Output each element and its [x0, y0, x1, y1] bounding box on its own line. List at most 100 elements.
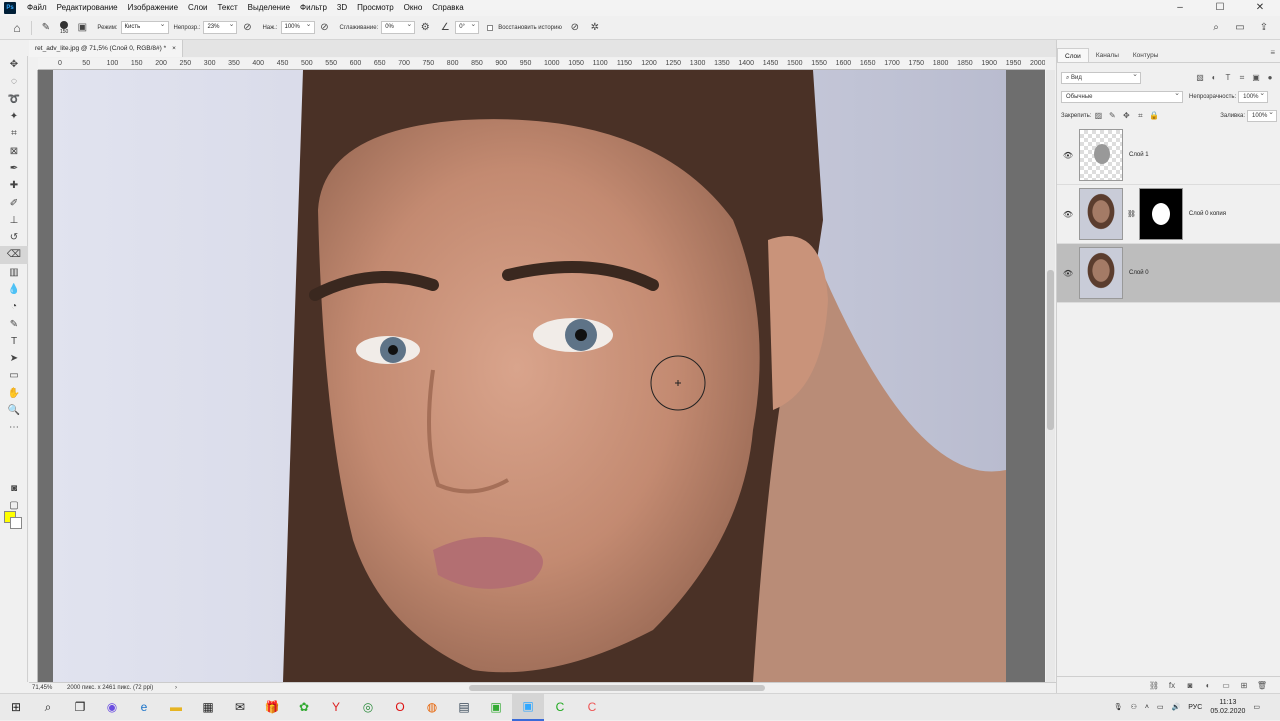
- stamp-tool-icon[interactable]: ⊥: [0, 212, 28, 229]
- chrome-icon[interactable]: ◎: [352, 694, 384, 721]
- home-icon[interactable]: ⌂: [10, 21, 24, 35]
- menu-image[interactable]: Изображение: [123, 0, 183, 16]
- layer-opacity-input[interactable]: 100%: [1238, 89, 1269, 103]
- layer-row[interactable]: 👁 Слой 1: [1057, 126, 1280, 185]
- chain-link-icon[interactable]: ⛓: [1127, 210, 1136, 218]
- layer-filter-select[interactable]: ⌕ Вид: [1061, 70, 1141, 84]
- pressure-size-icon[interactable]: ⊘: [568, 21, 582, 35]
- brush-panel-icon[interactable]: ▣: [75, 21, 89, 35]
- close-tab-icon[interactable]: ×: [172, 40, 176, 57]
- share-icon[interactable]: ⇪: [1257, 21, 1271, 35]
- layer-row-selected[interactable]: 👁 Слой 0: [1057, 244, 1280, 303]
- opacity-select[interactable]: 23%: [203, 19, 238, 34]
- history-checkbox[interactable]: [487, 24, 494, 31]
- fx-icon[interactable]: fx: [1165, 681, 1179, 690]
- lock-transparent-icon[interactable]: ▨: [1091, 111, 1105, 120]
- tab-paths[interactable]: Контуры: [1126, 48, 1166, 62]
- mic-icon[interactable]: 🎙: [1114, 703, 1123, 711]
- lock-position-icon[interactable]: ✥: [1119, 111, 1133, 120]
- zoom-tool-icon[interactable]: 🔍: [0, 402, 28, 419]
- app-green-icon[interactable]: ▣: [480, 694, 512, 721]
- filter-shape-icon[interactable]: ⌗: [1235, 73, 1249, 83]
- brush-tool-icon[interactable]: ✐: [0, 194, 28, 211]
- lock-artboard-icon[interactable]: ⌗: [1133, 111, 1147, 121]
- firefox-icon[interactable]: ◍: [416, 694, 448, 721]
- brush-preset-picker[interactable]: 150: [60, 20, 68, 35]
- adjustment-icon[interactable]: ◐: [1201, 681, 1215, 690]
- filter-pixel-icon[interactable]: ▧: [1193, 73, 1207, 82]
- pen-tool-icon[interactable]: ✎: [0, 315, 28, 332]
- layer-name[interactable]: Слой 1: [1129, 152, 1149, 158]
- quick-mask-icon[interactable]: ◙: [0, 480, 28, 497]
- people-icon[interactable]: ⚇: [1131, 703, 1137, 711]
- blend-mode-select[interactable]: Обычные: [1061, 89, 1183, 103]
- gift-icon[interactable]: 🎁: [256, 694, 288, 721]
- more-tools-icon[interactable]: ⋯: [0, 419, 28, 436]
- vertical-scroll-thumb[interactable]: [1047, 270, 1054, 430]
- language-indicator[interactable]: РУС: [1188, 704, 1202, 711]
- mask-icon[interactable]: ◙: [1183, 681, 1197, 690]
- quick-select-tool-icon[interactable]: ✦: [0, 108, 28, 125]
- mail-icon[interactable]: ✉: [224, 694, 256, 721]
- menu-filter[interactable]: Фильтр: [295, 0, 332, 16]
- vertical-scrollbar[interactable]: [1046, 70, 1055, 682]
- eyedropper-tool-icon[interactable]: ✒: [0, 160, 28, 177]
- filter-smart-icon[interactable]: ▣: [1249, 73, 1263, 82]
- menu-text[interactable]: Текст: [212, 0, 242, 16]
- menu-layers[interactable]: Слои: [183, 0, 212, 16]
- shape-tool-icon[interactable]: ▭: [0, 367, 28, 384]
- notifications-icon[interactable]: ▭: [1253, 703, 1260, 711]
- yandex-icon[interactable]: Y: [320, 694, 352, 721]
- file-explorer-icon[interactable]: ▬: [160, 694, 192, 721]
- lock-all-icon[interactable]: 🔒: [1147, 111, 1161, 120]
- volume-icon[interactable]: 🔊: [1172, 703, 1181, 711]
- tab-layers[interactable]: Слои: [1057, 48, 1089, 62]
- zoom-level[interactable]: 71,45%: [32, 683, 52, 693]
- photoshop-taskbar-icon[interactable]: ▣: [512, 693, 544, 721]
- edge-icon[interactable]: e: [128, 694, 160, 721]
- canvas-area[interactable]: [38, 70, 1045, 682]
- lock-pixels-icon[interactable]: ✎: [1105, 111, 1119, 120]
- symmetry-icon[interactable]: ✲: [588, 21, 602, 35]
- minimize-button[interactable]: –: [1160, 0, 1200, 16]
- background-color-swatch[interactable]: [10, 517, 22, 529]
- menu-select[interactable]: Выделение: [243, 0, 295, 16]
- task-view-icon[interactable]: ❐: [64, 694, 96, 721]
- search-icon[interactable]: ⌕: [32, 694, 64, 721]
- eye-icon[interactable]: 👁: [1057, 269, 1079, 278]
- filter-adjustment-icon[interactable]: ◐: [1207, 73, 1221, 82]
- chevron-up-icon[interactable]: ˄: [1145, 704, 1149, 711]
- close-button[interactable]: ✕: [1240, 0, 1280, 16]
- menu-edit[interactable]: Редактирование: [52, 0, 123, 16]
- type-tool-icon[interactable]: T: [0, 333, 28, 350]
- app-icon[interactable]: ✿: [288, 694, 320, 721]
- move-tool-icon[interactable]: ✥: [0, 56, 28, 73]
- camtasia-orange-icon[interactable]: C: [576, 694, 608, 721]
- search-icon[interactable]: ⌕: [1209, 21, 1223, 35]
- filter-toggle-icon[interactable]: ●: [1263, 73, 1277, 82]
- smoothing-select[interactable]: 0%: [381, 19, 416, 34]
- gradient-tool-icon[interactable]: ▥: [0, 264, 28, 281]
- workspace-icon[interactable]: ▭: [1233, 21, 1247, 35]
- trash-icon[interactable]: 🗑: [1255, 681, 1269, 690]
- layer-name[interactable]: Слой 0: [1129, 270, 1149, 276]
- horizontal-scroll-thumb[interactable]: [469, 685, 765, 691]
- menu-3d[interactable]: 3D: [332, 0, 352, 16]
- marquee-tool-icon[interactable]: ◌: [0, 73, 28, 90]
- angle-input[interactable]: 0°: [455, 19, 480, 34]
- layer-mask-thumbnail[interactable]: [1138, 188, 1183, 240]
- clock[interactable]: 11:13 05.02.2020: [1210, 698, 1245, 716]
- dodge-tool-icon[interactable]: ◔: [0, 298, 28, 315]
- network-icon[interactable]: ▭: [1157, 703, 1164, 711]
- fill-input[interactable]: 100%: [1247, 108, 1277, 122]
- frame-tool-icon[interactable]: ⊠: [0, 142, 28, 159]
- lasso-tool-icon[interactable]: ➰: [0, 91, 28, 108]
- link-icon[interactable]: ⛓: [1147, 681, 1161, 690]
- new-layer-icon[interactable]: ⊞: [1237, 681, 1251, 690]
- windows-start-icon[interactable]: ⊞: [0, 694, 32, 721]
- menu-help[interactable]: Справка: [427, 0, 468, 16]
- eye-icon[interactable]: 👁: [1057, 210, 1079, 219]
- menu-file[interactable]: Файл: [22, 0, 52, 16]
- filter-type-icon[interactable]: T: [1221, 73, 1235, 82]
- airbrush-icon[interactable]: ⊘: [318, 21, 332, 35]
